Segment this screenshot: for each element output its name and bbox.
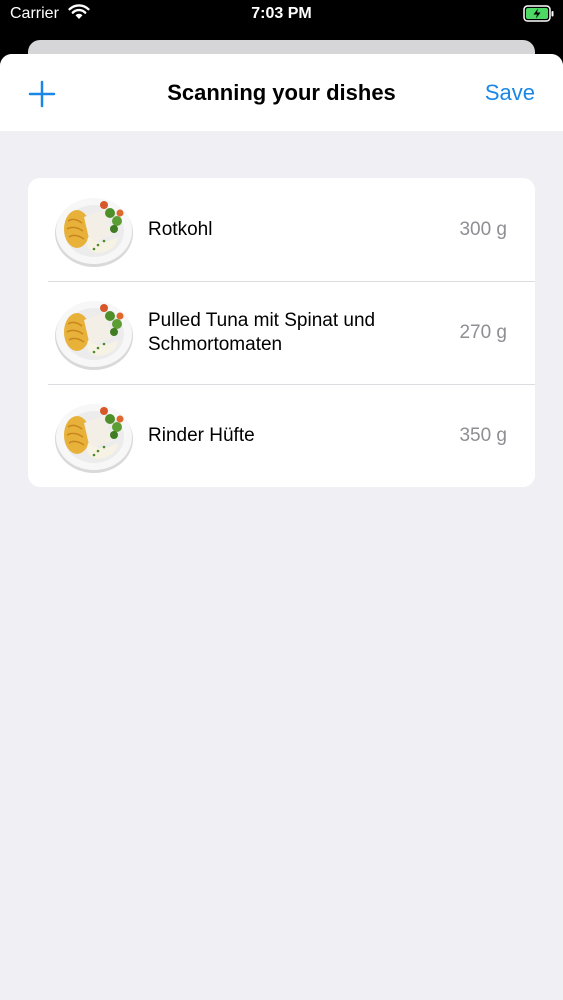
dish-row-2[interactable]: Rinder Hüfte 350 g bbox=[28, 384, 535, 487]
dish-photo bbox=[54, 397, 134, 475]
dish-list: Rotkohl 300 g Pulled Tuna mit Spinat und… bbox=[28, 178, 535, 487]
dish-photo bbox=[54, 191, 134, 269]
page-title: Scanning your dishes bbox=[167, 80, 396, 105]
dish-name: Rinder Hüfte bbox=[148, 424, 255, 446]
dish-weight: 300 g bbox=[459, 218, 507, 240]
save-button[interactable]: Save bbox=[485, 80, 535, 106]
dish-row-1[interactable]: Pulled Tuna mit Spinat und Schmortomaten… bbox=[28, 281, 535, 384]
modal-sheet: Scanning your dishes Save Rotkohl 300 g … bbox=[0, 54, 563, 1000]
dish-weight: 270 g bbox=[459, 321, 507, 343]
status-bar: Carrier 7:03 PM bbox=[0, 0, 563, 30]
clock: 7:03 PM bbox=[251, 5, 312, 22]
dish-photo bbox=[54, 294, 134, 372]
dish-weight: 350 g bbox=[459, 424, 507, 446]
navigation-bar: Scanning your dishes Save bbox=[0, 54, 563, 131]
battery-charging-icon bbox=[523, 5, 555, 28]
dish-name: Pulled Tuna mit Spinat und Schmortomaten bbox=[148, 309, 376, 355]
dish-row-0[interactable]: Rotkohl 300 g bbox=[28, 178, 535, 281]
dish-name: Rotkohl bbox=[148, 218, 213, 240]
